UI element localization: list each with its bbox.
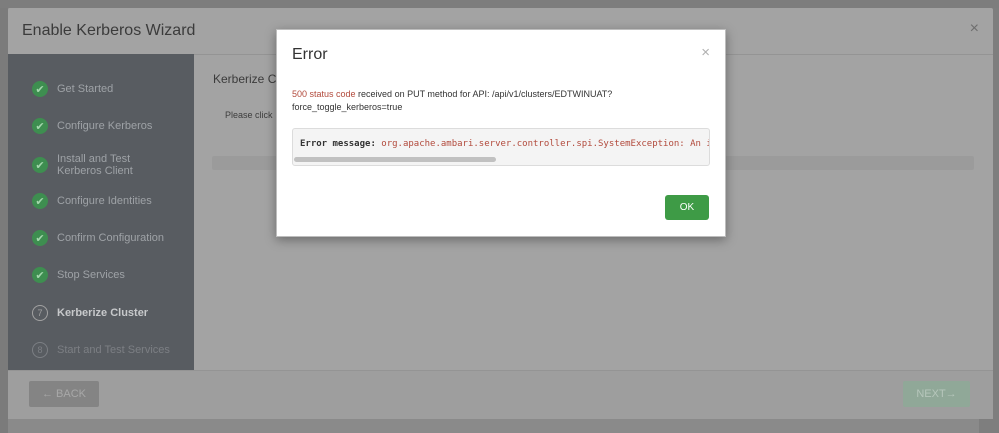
close-icon[interactable]: ×: [701, 44, 710, 61]
step-number-icon: 7: [32, 305, 48, 321]
wizard-close-icon[interactable]: ×: [970, 20, 979, 38]
status-code: 500 status code: [292, 89, 356, 99]
error-summary-text: received on PUT method for API: /api/v1/…: [355, 89, 613, 99]
step-configure-kerberos[interactable]: ✔ Configure Kerberos: [32, 118, 152, 134]
step-get-started[interactable]: ✔ Get Started: [32, 81, 113, 97]
step-label: Configure Identities: [57, 195, 152, 207]
error-message-value: org.apache.ambari.server.controller.spi.…: [375, 139, 710, 149]
step-label: Start and Test Services: [57, 344, 170, 356]
wizard-steps-sidebar: ✔ Get Started ✔ Configure Kerberos ✔ Ins…: [8, 54, 194, 370]
step-label: Stop Services: [57, 269, 125, 281]
step-start-and-test-services: 8 Start and Test Services: [32, 342, 170, 358]
check-icon: ✔: [32, 193, 48, 209]
step-label: Configure Kerberos: [57, 120, 153, 132]
content-instructions: Please click: [225, 110, 273, 120]
modal-title: Error: [292, 46, 328, 63]
check-icon: ✔: [32, 230, 48, 246]
error-message-text: Error message: org.apache.ambari.server.…: [300, 139, 710, 149]
step-kerberize-cluster[interactable]: 7 Kerberize Cluster: [32, 305, 148, 321]
error-summary: 500 status code received on PUT method f…: [292, 88, 712, 114]
next-button[interactable]: NEXT→: [903, 381, 970, 407]
back-button[interactable]: ← BACK: [29, 381, 99, 407]
check-icon: ✔: [32, 118, 48, 134]
error-message-box[interactable]: Error message: org.apache.ambari.server.…: [292, 128, 710, 166]
check-icon: ✔: [32, 157, 48, 173]
error-summary-text-line2: force_toggle_kerberos=true: [292, 102, 403, 112]
check-icon: ✔: [32, 267, 48, 283]
horizontal-scrollbar[interactable]: [294, 157, 496, 162]
wizard-footer: ← BACK NEXT→: [8, 370, 993, 419]
background-left: [0, 8, 8, 433]
step-label: Install and Test Kerberos Client: [57, 153, 133, 177]
error-modal: Error × 500 status code received on PUT …: [276, 29, 726, 237]
error-message-label: Error message:: [300, 139, 376, 149]
content-title: Kerberize Cl: [213, 72, 280, 86]
check-icon: ✔: [32, 81, 48, 97]
step-configure-identities[interactable]: ✔ Configure Identities: [32, 193, 152, 209]
wizard-title: Enable Kerberos Wizard: [22, 22, 196, 39]
step-confirm-configuration[interactable]: ✔ Confirm Configuration: [32, 230, 164, 246]
background-strip: [0, 0, 999, 8]
step-label: Confirm Configuration: [57, 232, 164, 244]
step-label: Kerberize Cluster: [57, 307, 149, 319]
step-number-icon: 8: [32, 342, 48, 358]
ok-button[interactable]: OK: [665, 195, 709, 220]
step-label: Get Started: [57, 83, 114, 95]
step-stop-services[interactable]: ✔ Stop Services: [32, 267, 125, 283]
step-install-and-test-kerberos-client[interactable]: ✔ Install and Test Kerberos Client: [32, 153, 143, 177]
